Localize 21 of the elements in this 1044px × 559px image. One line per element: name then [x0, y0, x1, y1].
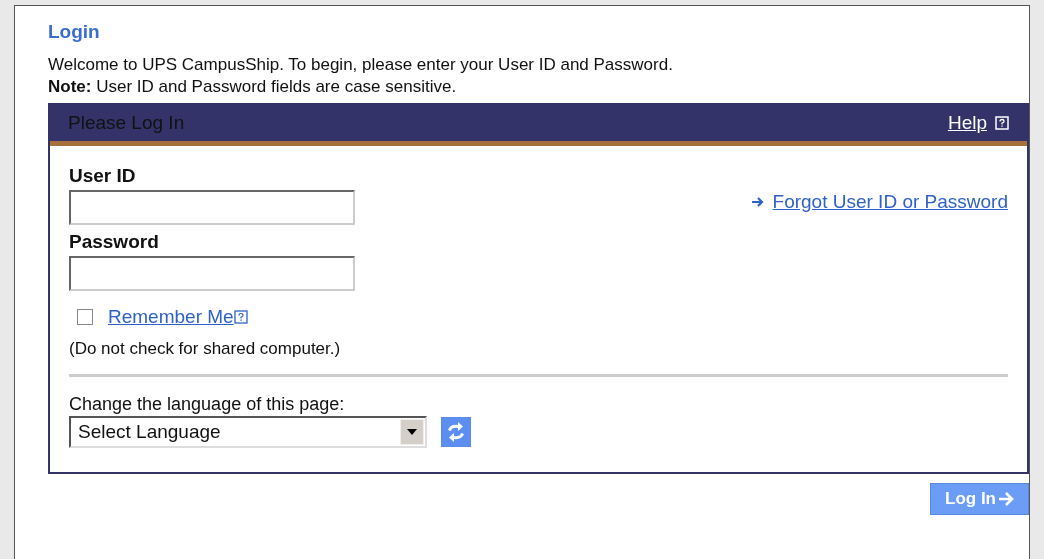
- forgot-password-link[interactable]: Forgot User ID or Password: [750, 190, 1008, 214]
- arrow-icon: [998, 491, 1014, 507]
- field-label: Password: [69, 230, 160, 254]
- language-select[interactable]: Select Language: [69, 416, 427, 448]
- field-label: User ID: [69, 164, 137, 188]
- language-label: Change the language of this page:: [69, 393, 346, 416]
- input-field[interactable]: [69, 190, 355, 225]
- arrow-icon: [750, 196, 765, 208]
- remember-me-link[interactable]: Remember Me: [108, 303, 248, 332]
- help-icon: [995, 116, 1009, 130]
- help-icon: [233, 310, 248, 325]
- page-heading: Login: [48, 20, 101, 44]
- panel-title: Please Log In: [68, 110, 185, 135]
- help-link[interactable]: Help: [947, 108, 1009, 138]
- welcome-text: Welcome to UPS CampusShip. To begin, please enter your User ID and Password.: [48, 54, 674, 76]
- remember-checkbox[interactable]: [77, 309, 93, 326]
- remember-hint: (Do not check for shared computer.): [69, 337, 342, 360]
- input-field[interactable]: [69, 256, 355, 291]
- refresh-icon[interactable]: [441, 417, 471, 447]
- dropdown-arrow-icon: [407, 429, 417, 435]
- note-text: Note: User ID and Password fields are case sensitive.: [48, 76, 458, 98]
